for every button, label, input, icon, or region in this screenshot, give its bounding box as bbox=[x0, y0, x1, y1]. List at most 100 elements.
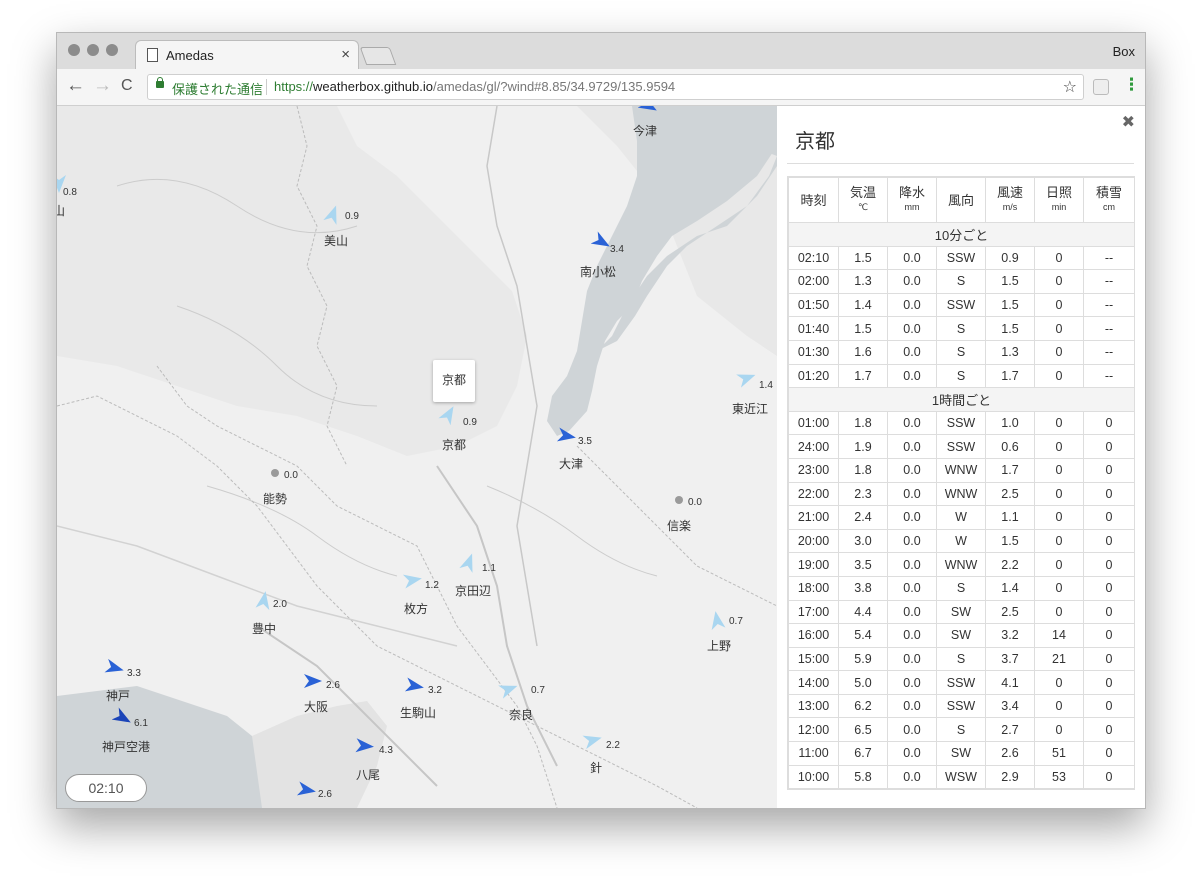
wind-speed-label: 0.0 bbox=[284, 470, 298, 481]
column-unit: m/s bbox=[1002, 202, 1018, 212]
close-icon[interactable]: ✖ bbox=[1122, 112, 1135, 132]
wind-speed-label: 2.6 bbox=[318, 789, 332, 800]
wind-arrow-icon bbox=[711, 611, 726, 631]
url-host: weatherbox.github.io bbox=[313, 79, 434, 94]
forward-arrow-icon[interactable]: → bbox=[93, 76, 112, 96]
column-unit: ℃ bbox=[857, 202, 869, 212]
table-cell: -- bbox=[1083, 339, 1134, 365]
wind-arrow-icon bbox=[638, 106, 657, 111]
station-name-label: 上野 bbox=[707, 639, 732, 653]
table-cell: 0.0 bbox=[887, 670, 937, 695]
url-scheme: https:// bbox=[274, 79, 314, 94]
wind-arrow-icon bbox=[323, 205, 337, 225]
table-cell: 22:00 bbox=[788, 481, 839, 507]
page-icon bbox=[147, 48, 158, 62]
table-cell: 1.3 bbox=[985, 339, 1035, 365]
wind-speed-label: 0.8 bbox=[63, 187, 77, 198]
extension-icon[interactable] bbox=[1093, 79, 1109, 95]
reload-icon[interactable]: C bbox=[121, 76, 133, 96]
table-cell: SSW bbox=[936, 292, 986, 318]
table-cell: 0.0 bbox=[887, 245, 937, 271]
back-arrow-icon[interactable]: ← bbox=[66, 76, 85, 96]
wind-speed-label: 0.9 bbox=[463, 417, 477, 428]
station-name-label: 京田辺 bbox=[455, 584, 492, 598]
table-cell: 6.5 bbox=[838, 717, 888, 743]
table-cell: 23:00 bbox=[788, 457, 839, 483]
table-row: 01:20 1.7 0.0 S 1.7 0 -- bbox=[788, 363, 1134, 389]
wind-arrow-icon bbox=[255, 591, 270, 611]
page-content: 今津 0.8 山 0.9 美山 3.4 南小松 1.4 東近江 0.9 京都 3.5 大津 0.0 能勢 0.… bbox=[57, 106, 1145, 808]
tab-amedas[interactable]: Amedas × bbox=[135, 40, 359, 70]
table-cell: 0.0 bbox=[887, 741, 937, 766]
table-cell: S bbox=[936, 269, 986, 294]
new-tab-button[interactable] bbox=[359, 47, 397, 65]
table-row: 19:00 3.5 0.0 WNW 2.2 0 0 bbox=[788, 552, 1134, 577]
table-cell: 1.1 bbox=[985, 505, 1035, 530]
table-cell: 24:00 bbox=[788, 434, 839, 459]
table-cell: 1.5 bbox=[985, 316, 1035, 341]
wind-speed-label: 0.7 bbox=[729, 616, 743, 627]
table-cell: 2.6 bbox=[985, 741, 1035, 766]
table-row: 01:00 1.8 0.0 SSW 1.0 0 0 bbox=[788, 410, 1134, 436]
table-cell: 3.7 bbox=[985, 646, 1035, 672]
table-cell: W bbox=[936, 505, 986, 530]
wind-speed-label: 0.7 bbox=[531, 685, 545, 696]
table-cell: SSW bbox=[936, 670, 986, 695]
table-cell: 0 bbox=[1034, 292, 1084, 318]
table-row: 14:00 5.0 0.0 SSW 4.1 0 0 bbox=[788, 670, 1134, 695]
column-header-label: 時刻 bbox=[800, 192, 827, 208]
wind-speed-label: 3.5 bbox=[578, 436, 592, 447]
column-header: 積雪 cm bbox=[1083, 177, 1134, 223]
station-detail-panel: ✖ 京都 時刻 気温 ℃ 降水 mm 風向 風速 m/s 日照 min 積雪 cm 10分ごと 02:1… bbox=[777, 106, 1145, 808]
table-cell: 0.0 bbox=[887, 481, 937, 507]
observation-table-container[interactable]: 時刻 気温 ℃ 降水 mm 風向 風速 m/s 日照 min 積雪 cm 10分ごと 02:10 1.5 0… bbox=[787, 176, 1135, 790]
station-name-label: 山 bbox=[57, 202, 65, 219]
table-cell: 01:20 bbox=[788, 363, 839, 389]
table-cell: 5.8 bbox=[838, 764, 888, 789]
table-cell: 1.4 bbox=[838, 292, 888, 318]
column-header-label: 降水 bbox=[898, 185, 925, 200]
table-cell: WNW bbox=[936, 457, 986, 483]
wind-arrow-icon bbox=[104, 658, 124, 673]
maximize-window-icon[interactable] bbox=[106, 44, 118, 56]
wind-speed-label: 0.9 bbox=[345, 211, 359, 222]
profile-label[interactable]: Box bbox=[1113, 44, 1135, 59]
column-header: 風速 m/s bbox=[985, 177, 1035, 223]
column-header-label: 日照 bbox=[1045, 185, 1072, 200]
table-cell: 17:00 bbox=[788, 599, 839, 625]
section-row: 10分ごと bbox=[788, 222, 1134, 247]
table-cell: 0 bbox=[1034, 410, 1084, 436]
table-cell: SSW bbox=[936, 410, 986, 436]
table-row: 21:00 2.4 0.0 W 1.1 0 0 bbox=[788, 505, 1134, 530]
address-bar[interactable]: 保護された通信 https://weatherbox.github.io/ame… bbox=[147, 74, 1084, 100]
table-cell: 1.7 bbox=[985, 363, 1035, 389]
table-cell: 1.5 bbox=[985, 292, 1035, 318]
table-cell: 01:30 bbox=[788, 339, 839, 365]
table-cell: 21 bbox=[1034, 646, 1084, 672]
table-cell: 0 bbox=[1034, 528, 1084, 554]
wind-arrow-icon bbox=[304, 674, 322, 688]
table-cell: 0.0 bbox=[887, 316, 937, 341]
tab-close-icon[interactable]: × bbox=[341, 46, 350, 63]
table-cell: 15:00 bbox=[788, 646, 839, 672]
table-cell: 0 bbox=[1034, 693, 1084, 719]
map-canvas[interactable]: 今津 0.8 山 0.9 美山 3.4 南小松 1.4 東近江 0.9 京都 3.5 大津 0.0 能勢 0.… bbox=[57, 106, 777, 808]
table-cell: 02:00 bbox=[788, 269, 839, 294]
url-text[interactable]: https://weatherbox.github.io/amedas/gl/?… bbox=[274, 79, 675, 94]
station-name-label: 針 bbox=[590, 761, 603, 775]
close-window-icon[interactable] bbox=[68, 44, 80, 56]
table-cell: S bbox=[936, 717, 986, 743]
minimize-window-icon[interactable] bbox=[87, 44, 99, 56]
table-row: 17:00 4.4 0.0 SW 2.5 0 0 bbox=[788, 599, 1134, 625]
menu-kebab-icon[interactable]: ⋮ bbox=[1123, 76, 1140, 94]
wind-arrow-icon bbox=[582, 735, 602, 750]
column-unit: mm bbox=[904, 202, 920, 212]
table-row: 18:00 3.8 0.0 S 1.4 0 0 bbox=[788, 575, 1134, 601]
bookmark-star-icon[interactable]: ☆ bbox=[1063, 77, 1077, 97]
time-indicator[interactable]: 02:10 bbox=[65, 774, 147, 802]
table-cell: 0 bbox=[1034, 599, 1084, 625]
wind-speed-label: 1.4 bbox=[759, 380, 773, 391]
table-cell: 0.9 bbox=[985, 245, 1035, 271]
table-cell: 2.9 bbox=[985, 764, 1035, 789]
table-cell: SW bbox=[936, 741, 986, 766]
